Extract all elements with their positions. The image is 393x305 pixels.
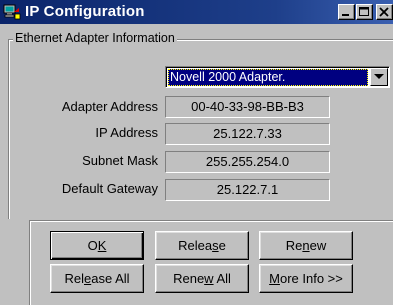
ip-address-label: IP Address	[95, 125, 158, 140]
maximize-icon	[359, 7, 369, 16]
adapter-select[interactable]: Novell 2000 Adapter.	[165, 66, 390, 88]
renew-button[interactable]: Renew	[259, 231, 353, 260]
adapter-address-value: 00-40-33-98-BB-B3	[165, 96, 330, 118]
release-button[interactable]: Release	[155, 231, 249, 260]
renew-all-button[interactable]: Renew All	[155, 264, 249, 293]
close-icon	[379, 7, 389, 17]
ok-button[interactable]: OK	[50, 231, 144, 260]
more-info-accel: M	[269, 271, 280, 286]
maximize-button[interactable]	[356, 4, 373, 20]
release-all-button[interactable]: Release All	[50, 264, 144, 293]
minimize-icon	[342, 14, 349, 16]
renew-all-accel: w	[204, 271, 214, 286]
ok-label: O	[87, 238, 98, 253]
renew-accel: n	[302, 238, 310, 253]
title-bar[interactable]: IP Configuration	[0, 0, 393, 24]
release-label: Relea	[178, 238, 213, 253]
default-gateway-label: Default Gateway	[61, 181, 158, 196]
default-gateway-value: 25.122.7.1	[165, 179, 330, 201]
ok-accel: K	[97, 238, 107, 253]
release-label-rest: e	[218, 238, 226, 253]
renew-label: Re	[285, 238, 303, 253]
group-label: Ethernet Adapter Information	[13, 30, 177, 46]
adapter-select-value[interactable]: Novell 2000 Adapter.	[168, 69, 368, 86]
dropdown-button[interactable]	[370, 68, 388, 86]
network-computer-icon[interactable]	[3, 3, 21, 21]
ip-configuration-window: IP Configuration Ethernet Adapter Inform…	[0, 0, 393, 305]
minimize-button[interactable]	[338, 4, 355, 20]
renew-all-label: Rene	[173, 271, 205, 286]
close-button[interactable]	[376, 4, 393, 20]
chevron-down-icon	[374, 74, 384, 79]
release-all-label: Rel	[64, 271, 84, 286]
subnet-mask-value: 255.255.254.0	[165, 151, 330, 173]
renew-all-label-rest: All	[213, 271, 231, 286]
more-info-button[interactable]: More Info >>	[259, 264, 353, 293]
subnet-mask-label: Subnet Mask	[82, 153, 158, 168]
more-info-label-rest: ore Info >>	[279, 271, 343, 286]
release-all-label-rest: ase All	[91, 271, 130, 286]
renew-label-rest: ew	[309, 238, 327, 253]
ip-address-value: 25.122.7.33	[165, 123, 330, 145]
window-title: IP Configuration	[25, 3, 145, 20]
adapter-address-label: Adapter Address	[61, 99, 158, 114]
